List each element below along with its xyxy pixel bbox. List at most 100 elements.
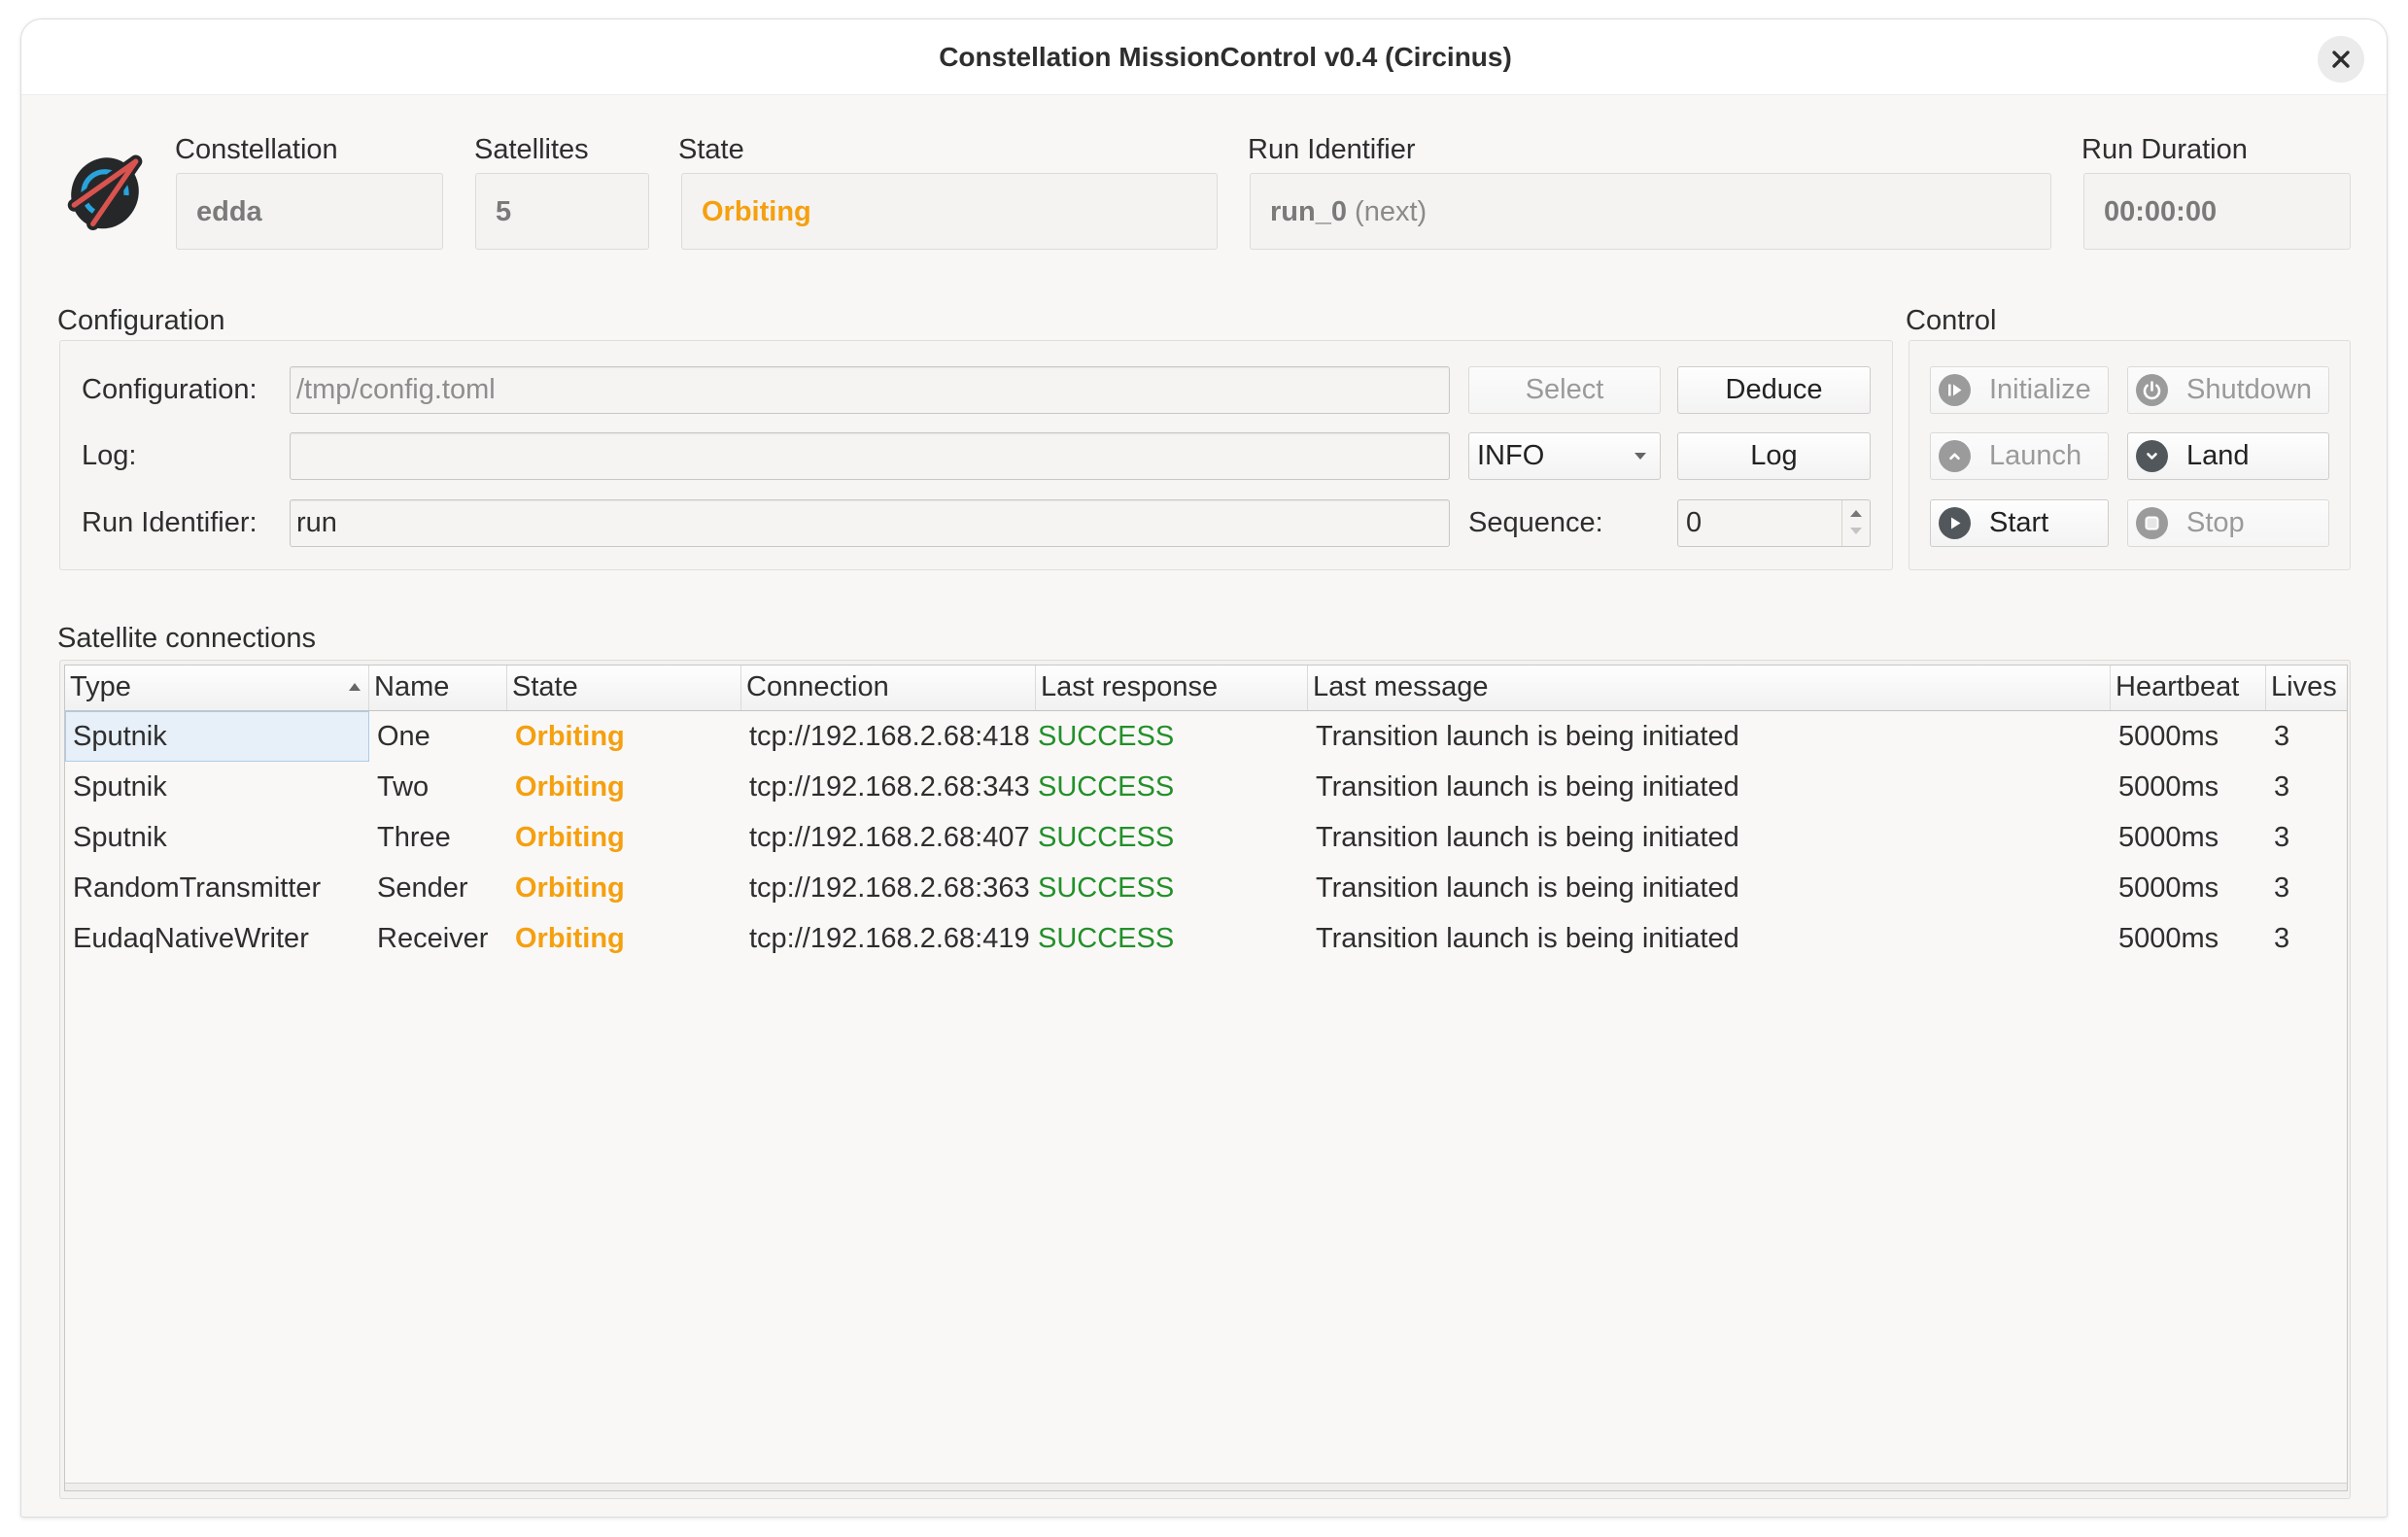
cell-lives[interactable]: 3 <box>2266 711 2347 762</box>
configuration-file-label: Configuration: <box>82 374 258 405</box>
cell-heartbeat[interactable]: 5000ms <box>2111 863 2266 913</box>
increment-arrow-icon[interactable] <box>1850 510 1862 517</box>
cell-last-message[interactable]: Transition launch is being initiated <box>1308 812 2111 863</box>
chevron-down-icon <box>1634 453 1646 460</box>
cell-heartbeat[interactable]: 5000ms <box>2111 913 2266 964</box>
cell-name[interactable]: Two <box>369 762 507 812</box>
initialize-button[interactable]: Initialize <box>1930 366 2109 414</box>
cell-last-response[interactable]: SUCCESS <box>1036 863 1308 913</box>
mission-control-window: Constellation MissionControl v0.4 (Circi… <box>20 18 2388 1518</box>
launch-label: Launch <box>1989 440 2082 471</box>
log-level-select[interactable]: INFO <box>1468 432 1661 480</box>
run-identifier-input-label: Run Identifier: <box>82 507 258 538</box>
configuration-file-input[interactable] <box>290 366 1450 414</box>
cell-last-message[interactable]: Transition launch is being initiated <box>1308 913 2111 964</box>
cell-connection[interactable]: tcp://192.168.2.68:418 <box>741 711 1036 762</box>
cell-connection[interactable]: tcp://192.168.2.68:407 <box>741 812 1036 863</box>
column-header-name[interactable]: Name <box>369 666 507 710</box>
cell-state[interactable]: Orbiting <box>507 711 741 762</box>
spinbox-arrows[interactable] <box>1841 500 1870 546</box>
column-header-last-response[interactable]: Last response <box>1036 666 1308 710</box>
cell-lives[interactable]: 3 <box>2266 762 2347 812</box>
cell-last-response[interactable]: SUCCESS <box>1036 711 1308 762</box>
launch-button[interactable]: Launch <box>1930 432 2109 480</box>
cell-lives[interactable]: 3 <box>2266 863 2347 913</box>
cell-type[interactable]: Sputnik <box>65 812 369 863</box>
cell-last-message[interactable]: Transition launch is being initiated <box>1308 762 2111 812</box>
cell-last-response[interactable]: SUCCESS <box>1036 913 1308 964</box>
cell-last-response[interactable]: SUCCESS <box>1036 762 1308 812</box>
power-icon <box>2136 374 2168 406</box>
run-identifier-field: run_0 (next) <box>1250 173 2051 250</box>
cell-name[interactable]: Three <box>369 812 507 863</box>
log-level-value: INFO <box>1477 440 1545 471</box>
cell-state[interactable]: Orbiting <box>507 913 741 964</box>
column-header-heartbeat[interactable]: Heartbeat <box>2111 666 2266 710</box>
constellation-logo-icon <box>62 148 148 235</box>
start-label: Start <box>1989 507 2049 538</box>
cell-type[interactable]: EudaqNativeWriter <box>65 913 369 964</box>
satellites-label: Satellites <box>474 134 589 165</box>
cell-state[interactable]: Orbiting <box>507 762 741 812</box>
cell-name[interactable]: Sender <box>369 863 507 913</box>
window-title: Constellation MissionControl v0.4 (Circi… <box>939 42 1512 72</box>
sequence-spinbox[interactable]: 0 <box>1677 499 1871 547</box>
cell-type[interactable]: RandomTransmitter <box>65 863 369 913</box>
table-header: Type Name State Connection Last response… <box>65 666 2347 711</box>
cell-connection[interactable]: tcp://192.168.2.68:343 <box>741 762 1036 812</box>
table-row[interactable]: Sputnik Two Orbiting tcp://192.168.2.68:… <box>65 762 2347 812</box>
cell-type[interactable]: Sputnik <box>65 762 369 812</box>
start-button[interactable]: Start <box>1930 499 2109 547</box>
decrement-arrow-icon[interactable] <box>1850 528 1862 534</box>
run-duration-label: Run Duration <box>2081 134 2248 165</box>
run-duration-field: 00:00:00 <box>2083 173 2351 250</box>
close-icon <box>2332 51 2350 68</box>
log-button[interactable]: Log <box>1677 432 1871 480</box>
cell-lives[interactable]: 3 <box>2266 913 2347 964</box>
deduce-button[interactable]: Deduce <box>1677 366 1871 414</box>
cell-lives[interactable]: 3 <box>2266 812 2347 863</box>
cell-last-message[interactable]: Transition launch is being initiated <box>1308 863 2111 913</box>
control-group: Initialize Shutdown Launch Land Start St… <box>1909 340 2351 570</box>
column-header-lives[interactable]: Lives <box>2266 666 2347 710</box>
control-title: Control <box>1906 305 1997 336</box>
cell-heartbeat[interactable]: 5000ms <box>2111 762 2266 812</box>
select-button[interactable]: Select <box>1468 366 1661 414</box>
cell-last-response[interactable]: SUCCESS <box>1036 812 1308 863</box>
sort-ascending-icon <box>349 683 361 691</box>
cell-state[interactable]: Orbiting <box>507 863 741 913</box>
shutdown-label: Shutdown <box>2186 374 2312 405</box>
satellite-table[interactable]: Type Name State Connection Last response… <box>64 665 2348 1491</box>
cell-connection[interactable]: tcp://192.168.2.68:363 <box>741 863 1036 913</box>
run-identifier-input[interactable] <box>290 499 1450 547</box>
cell-last-message[interactable]: Transition launch is being initiated <box>1308 711 2111 762</box>
land-button[interactable]: Land <box>2127 432 2329 480</box>
cell-type[interactable]: Sputnik <box>65 711 369 762</box>
column-header-type-label: Type <box>70 671 131 702</box>
table-row[interactable]: EudaqNativeWriter Receiver Orbiting tcp:… <box>65 913 2347 964</box>
table-row[interactable]: RandomTransmitter Sender Orbiting tcp://… <box>65 863 2347 913</box>
table-row[interactable]: Sputnik One Orbiting tcp://192.168.2.68:… <box>65 711 2347 762</box>
state-label: State <box>678 134 744 165</box>
log-message-input[interactable] <box>290 432 1450 480</box>
stop-icon <box>2136 507 2168 539</box>
column-header-connection[interactable]: Connection <box>741 666 1036 710</box>
cell-name[interactable]: One <box>369 711 507 762</box>
close-button[interactable] <box>2318 36 2364 83</box>
initialize-label: Initialize <box>1989 374 2091 405</box>
stop-button[interactable]: Stop <box>2127 499 2329 547</box>
cell-state[interactable]: Orbiting <box>507 812 741 863</box>
run-identifier-label: Run Identifier <box>1248 134 1416 165</box>
table-row[interactable]: Sputnik Three Orbiting tcp://192.168.2.6… <box>65 812 2347 863</box>
cell-name[interactable]: Receiver <box>369 913 507 964</box>
column-header-type[interactable]: Type <box>65 666 369 710</box>
column-header-last-message[interactable]: Last message <box>1308 666 2111 710</box>
horizontal-scrollbar[interactable] <box>65 1483 2347 1490</box>
sequence-label: Sequence: <box>1468 507 1603 538</box>
cell-connection[interactable]: tcp://192.168.2.68:419 <box>741 913 1036 964</box>
shutdown-button[interactable]: Shutdown <box>2127 366 2329 414</box>
stop-label: Stop <box>2186 507 2245 538</box>
cell-heartbeat[interactable]: 5000ms <box>2111 812 2266 863</box>
column-header-state[interactable]: State <box>507 666 741 710</box>
cell-heartbeat[interactable]: 5000ms <box>2111 711 2266 762</box>
